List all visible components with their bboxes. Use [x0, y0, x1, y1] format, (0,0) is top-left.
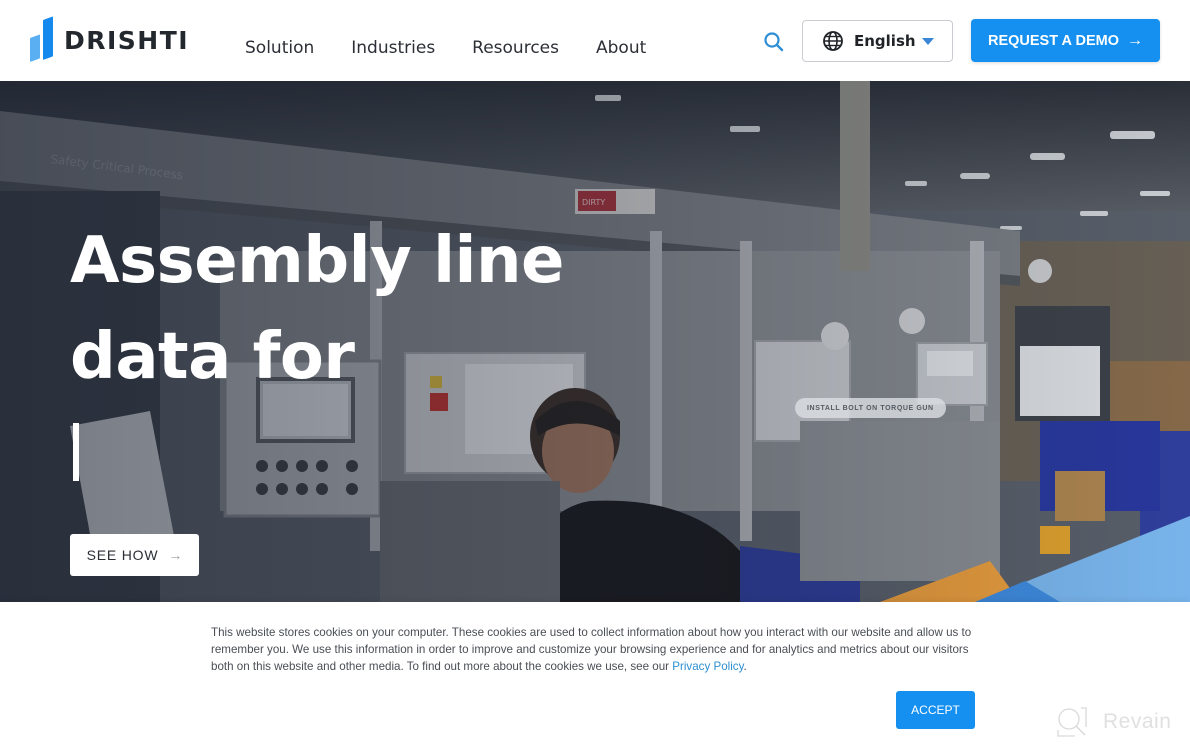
hero-title: Assembly line data for — [70, 213, 564, 481]
nav-about[interactable]: About — [596, 38, 646, 58]
arrow-right-icon: → — [168, 547, 183, 563]
revain-watermark: Revain — [1055, 705, 1171, 739]
request-demo-button[interactable]: REQUEST A DEMO → — [971, 19, 1160, 62]
hero-section: Safety Critical Process DIRTY INSTALL BO… — [0, 81, 1190, 602]
logo-bars-icon — [30, 16, 56, 62]
language-label: English — [854, 32, 916, 50]
logo-text: DRISHTI — [64, 25, 190, 55]
drishti-logo[interactable]: DRISHTI — [30, 16, 190, 62]
language-select[interactable]: English — [802, 20, 953, 62]
request-demo-label: REQUEST A DEMO — [987, 32, 1120, 49]
revain-logo-icon — [1057, 707, 1087, 737]
see-how-label: SEE HOW — [86, 547, 159, 563]
arrow-right-icon: → — [1127, 31, 1144, 49]
hero-title-line-1: Assembly line — [70, 224, 564, 298]
revain-text: Revain — [1103, 710, 1172, 733]
site-header: DRISHTI Solution Industries Resources Ab… — [0, 0, 1190, 81]
cookie-text: This website stores cookies on your comp… — [211, 624, 991, 675]
accept-cookies-button[interactable]: ACCEPT — [896, 691, 975, 729]
cookie-message: This website stores cookies on your comp… — [211, 626, 972, 673]
main-nav: Solution Industries Resources About — [245, 38, 646, 58]
typing-cursor — [73, 423, 79, 481]
station-tag: INSTALL BOLT ON TORQUE GUN — [795, 398, 946, 418]
see-how-button[interactable]: SEE HOW → — [70, 534, 199, 576]
caret-down-icon — [922, 38, 934, 45]
cookie-text-end: . — [743, 660, 747, 673]
cookie-banner: This website stores cookies on your comp… — [0, 602, 1190, 753]
privacy-policy-link[interactable]: Privacy Policy — [672, 660, 743, 673]
nav-industries[interactable]: Industries — [351, 38, 435, 58]
hero-title-line-2: data for — [70, 320, 355, 394]
globe-icon — [823, 31, 843, 51]
search-icon[interactable] — [763, 31, 785, 53]
nav-solution[interactable]: Solution — [245, 38, 314, 58]
nav-resources[interactable]: Resources — [472, 38, 559, 58]
